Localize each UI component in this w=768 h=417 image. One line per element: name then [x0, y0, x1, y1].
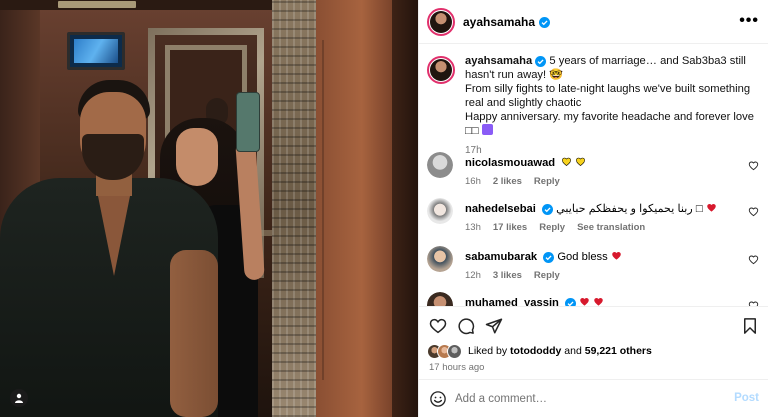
post-photo[interactable] — [0, 0, 418, 417]
liker-username[interactable]: totododdy — [510, 345, 561, 357]
comment-time[interactable]: 12h — [465, 270, 481, 281]
avatar — [447, 343, 462, 359]
comments-list[interactable]: ayahsamaha 5 years of marriage… and Sab3… — [419, 44, 768, 306]
like-comment-icon[interactable] — [748, 254, 759, 265]
wall-edge — [392, 0, 418, 417]
avatar[interactable] — [427, 8, 455, 36]
likes-prefix: Liked by — [468, 345, 508, 357]
likes-count[interactable]: 59,221 others — [585, 345, 652, 357]
man-arm — [170, 250, 218, 417]
liker-avatars — [427, 343, 462, 359]
post-comment-button[interactable]: Post — [734, 392, 759, 404]
yellow-heart-icon — [576, 157, 586, 166]
red-heart-icon — [594, 297, 603, 306]
comment-time[interactable]: 13h — [465, 222, 481, 233]
verified-badge-icon — [565, 297, 577, 306]
tagged-users-button[interactable] — [10, 389, 28, 407]
wood-panel — [316, 0, 392, 417]
comment-avatar[interactable] — [427, 152, 453, 178]
purple-heart-icon — [481, 124, 493, 135]
reply-button[interactable]: Reply — [539, 222, 565, 233]
post-timestamp[interactable]: 17 hours ago — [429, 362, 484, 373]
phone — [236, 92, 260, 152]
verified-badge-icon — [535, 55, 547, 67]
comment-bubble-icon[interactable] — [457, 317, 475, 335]
more-options-button[interactable]: ••• — [739, 12, 759, 30]
woman-face — [176, 128, 218, 186]
user-icon — [15, 393, 23, 403]
caption-text-line2: From silly fights to late-night laughs w… — [465, 83, 751, 109]
red-heart-icon — [707, 203, 716, 212]
man-beard — [82, 134, 144, 180]
reply-button[interactable]: Reply — [534, 176, 560, 187]
comment-text: ربنا يحميكوا و يحفظكم حبايبي □ — [556, 203, 703, 215]
comment-username[interactable]: muhamed_yassin — [465, 297, 559, 306]
like-comment-icon[interactable] — [748, 160, 759, 171]
comment-likes[interactable]: 3 likes — [493, 270, 522, 281]
like-heart-icon[interactable] — [429, 317, 447, 335]
red-heart-icon — [580, 297, 589, 306]
action-bar — [419, 306, 768, 346]
comment-avatar[interactable] — [427, 246, 453, 272]
comment-text: God bless — [557, 251, 608, 263]
comment-likes[interactable]: 17 likes — [493, 222, 527, 233]
likes-summary[interactable]: Liked by totododdy and 59,221 others — [427, 343, 652, 359]
emoji-icon[interactable] — [429, 390, 447, 408]
like-comment-icon[interactable] — [748, 206, 759, 217]
verified-badge-icon — [543, 251, 555, 263]
comment-avatar[interactable] — [427, 198, 453, 224]
caption-avatar[interactable] — [427, 56, 455, 84]
comment-likes[interactable]: 2 likes — [493, 176, 522, 187]
caption-text-line3: Happy anniversary. my favorite headache … — [465, 111, 754, 137]
caption-username[interactable]: ayahsamaha — [465, 55, 532, 67]
post-header: ayahsamaha ••• — [419, 0, 768, 44]
header-username[interactable]: ayahsamaha — [463, 15, 535, 29]
verified-badge-icon — [542, 203, 553, 215]
comment-time[interactable]: 16h — [465, 176, 481, 187]
comment-username[interactable]: nicolasmouawad — [465, 157, 555, 169]
elevator-screen — [67, 32, 125, 70]
add-comment-bar: Post — [419, 379, 768, 417]
comment-username[interactable]: nahedelsebai — [465, 203, 536, 215]
verified-badge-icon — [539, 16, 551, 28]
save-bookmark-icon[interactable] — [741, 317, 759, 335]
comment-avatar[interactable] — [427, 292, 453, 306]
red-heart-icon — [612, 251, 621, 260]
reply-button[interactable]: Reply — [534, 270, 560, 281]
post-side-panel: ayahsamaha ••• ayahsamaha 5 years of mar… — [418, 0, 768, 417]
mosaic-column — [272, 0, 316, 417]
comment-input[interactable] — [455, 388, 725, 410]
see-translation-button[interactable]: See translation — [577, 222, 645, 233]
likes-connector: and — [564, 345, 582, 357]
share-icon[interactable] — [485, 317, 503, 335]
comment-username[interactable]: sabamubarak — [465, 251, 537, 263]
yellow-heart-icon — [562, 157, 572, 166]
ceiling-light — [58, 1, 136, 8]
